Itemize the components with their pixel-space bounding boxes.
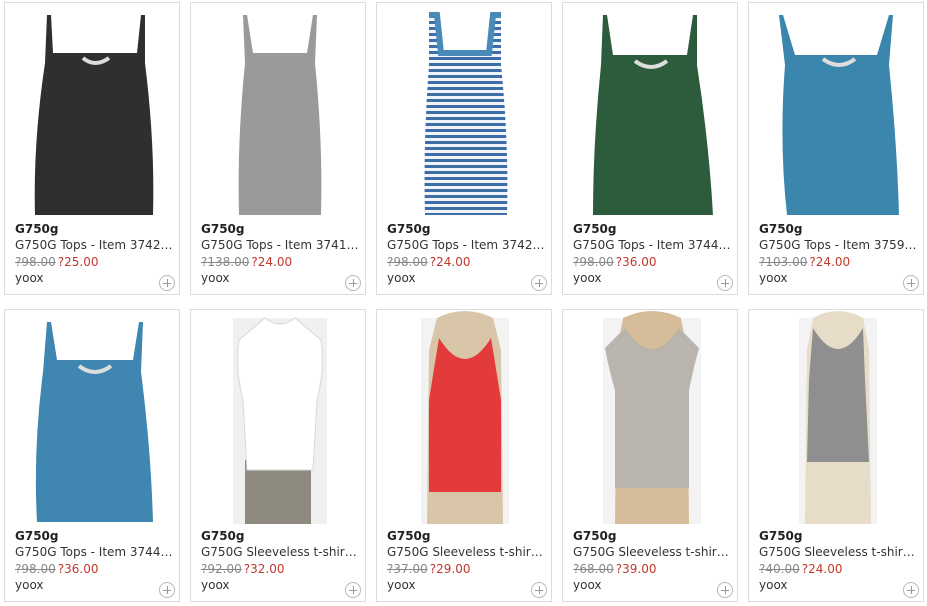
product-title[interactable]: G750G Tops - Item 3741…	[201, 238, 359, 252]
product-grid: G750g G750G Tops - Item 3742… ?98.00 ?25.…	[4, 2, 924, 604]
product-brand: G750g	[759, 529, 803, 543]
product-price: ?138.00 ?24.00	[201, 255, 292, 269]
product-title[interactable]: G750G Sleeveless t-shirt…	[573, 545, 731, 559]
product-title[interactable]: G750G Sleeveless t-shirt…	[387, 545, 545, 559]
product-image[interactable]	[377, 310, 553, 524]
product-brand: G750g	[573, 529, 617, 543]
product-store: yoox	[15, 271, 44, 285]
add-plus-icon[interactable]	[717, 582, 733, 598]
sale-price: ?24.00	[429, 255, 471, 269]
product-image[interactable]	[749, 310, 925, 524]
product-store: yoox	[15, 578, 44, 592]
old-price: ?103.00	[759, 255, 808, 269]
product-image[interactable]	[563, 310, 739, 524]
product-store: yoox	[387, 271, 416, 285]
product-price: ?68.00 ?39.00	[573, 562, 656, 576]
product-card[interactable]: G750g G750G Tops - Item 3741… ?138.00 ?24…	[190, 2, 366, 295]
add-plus-icon[interactable]	[345, 275, 361, 291]
sale-price: ?36.00	[57, 562, 99, 576]
product-card[interactable]: G750g G750G Tops - Item 3742… ?98.00 ?25.…	[4, 2, 180, 295]
sale-price: ?36.00	[615, 255, 657, 269]
product-title[interactable]: G750G Sleeveless t-shirt…	[201, 545, 359, 559]
product-card[interactable]: G750g G750G Tops - Item 3744… ?98.00 ?36.…	[4, 309, 180, 602]
product-image[interactable]	[5, 3, 181, 217]
add-plus-icon[interactable]	[903, 275, 919, 291]
product-store: yoox	[387, 578, 416, 592]
old-price: ?68.00	[573, 562, 614, 576]
old-price: ?138.00	[201, 255, 250, 269]
product-brand: G750g	[387, 222, 431, 236]
product-price: ?40.00 ?24.00	[759, 562, 842, 576]
product-brand: G750g	[15, 529, 59, 543]
product-price: ?98.00 ?25.00	[15, 255, 98, 269]
product-brand: G750g	[201, 222, 245, 236]
product-image[interactable]	[5, 310, 181, 524]
product-store: yoox	[201, 271, 230, 285]
sale-price: ?39.00	[615, 562, 657, 576]
product-brand: G750g	[759, 222, 803, 236]
product-brand: G750g	[573, 222, 617, 236]
old-price: ?37.00	[387, 562, 428, 576]
product-image[interactable]	[191, 3, 367, 217]
product-price: ?37.00 ?29.00	[387, 562, 470, 576]
add-plus-icon[interactable]	[345, 582, 361, 598]
product-title[interactable]: G750G Tops - Item 3759…	[759, 238, 917, 252]
old-price: ?98.00	[573, 255, 614, 269]
sale-price: ?25.00	[57, 255, 99, 269]
sale-price: ?32.00	[243, 562, 285, 576]
product-image[interactable]	[191, 310, 367, 524]
add-plus-icon[interactable]	[531, 275, 547, 291]
product-store: yoox	[573, 578, 602, 592]
add-plus-icon[interactable]	[531, 582, 547, 598]
old-price: ?98.00	[15, 562, 56, 576]
product-card[interactable]: G750g G750G Sleeveless t-shirt… ?40.00 ?2…	[748, 309, 924, 602]
product-title[interactable]: G750G Sleeveless t-shirt…	[759, 545, 917, 559]
old-price: ?98.00	[15, 255, 56, 269]
product-store: yoox	[201, 578, 230, 592]
product-store: yoox	[573, 271, 602, 285]
product-brand: G750g	[15, 222, 59, 236]
add-plus-icon[interactable]	[159, 582, 175, 598]
product-title[interactable]: G750G Tops - Item 3742…	[15, 238, 173, 252]
product-title[interactable]: G750G Tops - Item 3744…	[573, 238, 731, 252]
product-brand: G750g	[387, 529, 431, 543]
product-title[interactable]: G750G Tops - Item 3742…	[387, 238, 545, 252]
product-price: ?98.00 ?24.00	[387, 255, 470, 269]
old-price: ?92.00	[201, 562, 242, 576]
product-price: ?98.00 ?36.00	[15, 562, 98, 576]
sale-price: ?24.00	[801, 562, 843, 576]
old-price: ?98.00	[387, 255, 428, 269]
sale-price: ?24.00	[809, 255, 851, 269]
sale-price: ?29.00	[429, 562, 471, 576]
product-brand: G750g	[201, 529, 245, 543]
old-price: ?40.00	[759, 562, 800, 576]
product-card[interactable]: G750g G750G Tops - Item 3744… ?98.00 ?36.…	[562, 2, 738, 295]
product-price: ?103.00 ?24.00	[759, 255, 850, 269]
sale-price: ?24.00	[251, 255, 293, 269]
add-plus-icon[interactable]	[717, 275, 733, 291]
product-image[interactable]	[377, 3, 553, 217]
add-plus-icon[interactable]	[903, 582, 919, 598]
product-store: yoox	[759, 271, 788, 285]
product-card[interactable]: G750g G750G Sleeveless t-shirt… ?68.00 ?3…	[562, 309, 738, 602]
product-price: ?92.00 ?32.00	[201, 562, 284, 576]
product-price: ?98.00 ?36.00	[573, 255, 656, 269]
add-plus-icon[interactable]	[159, 275, 175, 291]
product-image[interactable]	[749, 3, 925, 217]
product-card[interactable]: G750g G750G Sleeveless t-shirt… ?37.00 ?2…	[376, 309, 552, 602]
product-card[interactable]: G750g G750G Tops - Item 3759… ?103.00 ?24…	[748, 2, 924, 295]
product-card[interactable]: G750g G750G Sleeveless t-shirt… ?92.00 ?3…	[190, 309, 366, 602]
product-title[interactable]: G750G Tops - Item 3744…	[15, 545, 173, 559]
product-image[interactable]	[563, 3, 739, 217]
product-card[interactable]: G750g G750G Tops - Item 3742… ?98.00 ?24.…	[376, 2, 552, 295]
product-store: yoox	[759, 578, 788, 592]
